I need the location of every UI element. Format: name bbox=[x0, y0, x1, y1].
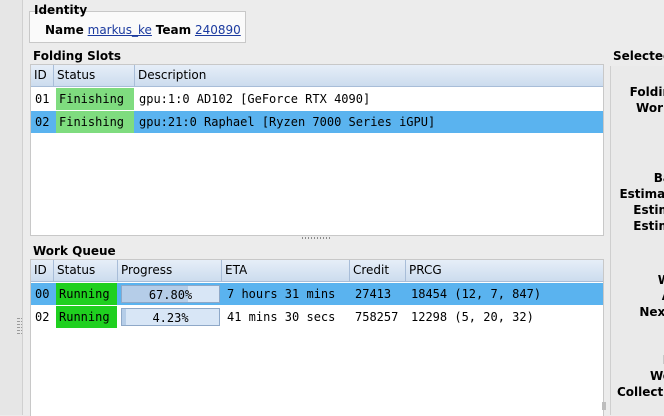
slot-description: gpu:21:0 Raphael [Ryzen 7000 Series iGPU… bbox=[139, 115, 436, 129]
work-queue-header: ID Status Progress ETA Credit PRCG bbox=[31, 260, 603, 282]
identity-line: Name markus_ke Team 240890 bbox=[45, 23, 241, 37]
detail-label: Estimat bbox=[619, 187, 664, 201]
progress-bar: 4.23% bbox=[121, 308, 220, 326]
wu-prcg: 18454 (12, 7, 847) bbox=[411, 287, 542, 301]
scroll-marker bbox=[602, 402, 606, 410]
status-badge: Running bbox=[56, 306, 117, 328]
status-badge: Finishing bbox=[56, 111, 134, 133]
col-eta[interactable]: ETA bbox=[222, 260, 350, 281]
detail-label: Foldin bbox=[629, 85, 664, 99]
wu-eta: 7 hours 31 mins bbox=[227, 287, 336, 301]
left-rail bbox=[0, 0, 23, 415]
name-link[interactable]: markus_ke bbox=[88, 23, 152, 37]
selected-details-panel: Foldin Work Ba Estimat Estim Estim W A N… bbox=[610, 66, 664, 415]
splitter-grip-line[interactable] bbox=[21, 318, 22, 336]
detail-label: Wo bbox=[649, 369, 664, 383]
status-badge: Running bbox=[56, 283, 117, 305]
col-credit[interactable]: Credit bbox=[350, 260, 406, 281]
detail-label: Collectio bbox=[617, 385, 664, 399]
identity-title: Identity bbox=[34, 3, 88, 17]
detail-label: Next bbox=[639, 305, 664, 319]
folding-slots-header: ID Status Description bbox=[31, 65, 603, 87]
detail-label: W bbox=[617, 273, 664, 287]
detail-label: Work bbox=[636, 101, 664, 115]
wu-id: 00 bbox=[35, 287, 50, 301]
work-queue-table[interactable]: ID Status Progress ETA Credit PRCG 00 Ru… bbox=[30, 259, 604, 416]
table-row[interactable]: 02 Finishing gpu:21:0 Raphael [Ryzen 700… bbox=[31, 111, 603, 133]
progress-fill bbox=[122, 309, 127, 325]
detail-label: Estim bbox=[633, 219, 664, 233]
slot-id: 01 bbox=[35, 92, 50, 106]
progress-text: 4.23% bbox=[152, 311, 189, 325]
slot-id: 02 bbox=[35, 115, 50, 129]
folding-slots-table[interactable]: ID Status Description 01 Finishing gpu:1… bbox=[30, 64, 604, 236]
team-link[interactable]: 240890 bbox=[195, 23, 241, 37]
folding-slots-title: Folding Slots bbox=[33, 49, 121, 63]
progress-bar: 67.80% bbox=[121, 285, 220, 303]
wu-eta: 41 mins 30 secs bbox=[227, 310, 336, 324]
progress-text: 67.80% bbox=[148, 288, 193, 302]
detail-label: A bbox=[617, 289, 664, 303]
wu-credit: 758257 bbox=[355, 310, 399, 324]
detail-label: E bbox=[617, 353, 664, 367]
table-row[interactable]: 02 Running 4.23% 41 mins 30 secs 758257 … bbox=[31, 306, 603, 328]
slot-description: gpu:1:0 AD102 [GeForce RTX 4090] bbox=[139, 92, 371, 106]
table-row[interactable]: 00 Running 67.80% 7 hours 31 mins 27413 … bbox=[31, 283, 603, 305]
col-status[interactable]: Status bbox=[54, 260, 118, 281]
name-label: Name bbox=[45, 23, 84, 37]
wu-prcg: 12298 (5, 20, 32) bbox=[411, 310, 534, 324]
col-id[interactable]: ID bbox=[31, 260, 54, 281]
wu-id: 02 bbox=[35, 310, 50, 324]
col-description[interactable]: Description bbox=[135, 65, 603, 86]
splitter-handle[interactable] bbox=[302, 237, 330, 239]
status-badge: Finishing bbox=[56, 88, 134, 110]
col-prcg[interactable]: PRCG bbox=[406, 260, 603, 281]
splitter-grip[interactable] bbox=[17, 318, 20, 336]
col-id[interactable]: ID bbox=[31, 65, 54, 86]
wu-credit: 27413 bbox=[355, 287, 392, 301]
col-progress[interactable]: Progress bbox=[118, 260, 222, 281]
team-label: Team bbox=[155, 23, 192, 37]
work-queue-title: Work Queue bbox=[33, 244, 116, 258]
selected-title: Selected bbox=[613, 49, 664, 63]
detail-label: Ba bbox=[653, 171, 664, 185]
detail-label: Estim bbox=[633, 203, 664, 217]
col-status[interactable]: Status bbox=[54, 65, 135, 86]
table-row[interactable]: 01 Finishing gpu:1:0 AD102 [GeForce RTX … bbox=[31, 88, 603, 110]
